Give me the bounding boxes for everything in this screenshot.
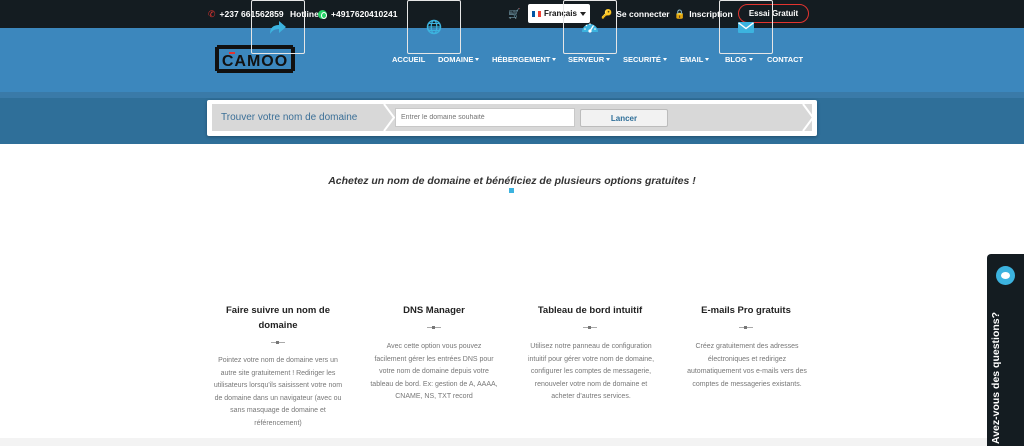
envelope-icon [738, 21, 754, 33]
nav-domaine[interactable]: DOMAINE [438, 55, 480, 64]
whatsapp-number: +4917620410241 [331, 9, 398, 19]
arrow-end-icon [802, 104, 814, 131]
dashboard-gauge-icon [582, 23, 598, 33]
nav-blog[interactable]: BLOG [725, 55, 753, 64]
nav-securite[interactable]: SECURITÉ [623, 55, 667, 64]
cart-icon: 🛒 [508, 8, 521, 20]
section-headline: Achetez un nom de domaine et bénéficiez … [328, 175, 696, 187]
launch-search-button[interactable]: Lancer [580, 109, 668, 127]
chat-label: Avez-vous des questions? [990, 311, 1002, 444]
feature-divider [427, 326, 441, 329]
share-arrow-icon [270, 21, 286, 34]
logo-text: CAMOO [222, 53, 288, 70]
nav-label: SECURITÉ [623, 55, 661, 64]
feature-title: Tableau de bord intuitif [537, 305, 643, 316]
nav-label: DOMAINE [438, 55, 474, 64]
login-label: Se connecter [616, 9, 670, 19]
feature-divider [271, 341, 285, 344]
search-bar: Trouver votre nom de domaine Lancer [212, 104, 814, 131]
chevron-down-icon [552, 58, 557, 61]
feature-title: DNS Manager [403, 305, 465, 316]
domain-search-input[interactable] [395, 108, 575, 127]
feature-description: Utilisez notre panneau de configuration … [527, 343, 655, 400]
feature-icon-box [407, 0, 461, 54]
feature-icon-box [719, 0, 773, 54]
phone-icon: ✆ [208, 8, 216, 19]
nav-contact[interactable]: CONTACT [767, 55, 803, 64]
nav-label: SERVEUR [568, 55, 605, 64]
feature-description: Créez gratuitement des adresses électron… [687, 343, 807, 388]
nav-label: EMAIL [680, 55, 704, 64]
nav-label: BLOG [725, 55, 747, 64]
chevron-down-icon [606, 58, 611, 61]
feature-title: E-mails Pro gratuits [701, 305, 791, 316]
section-bottom-edge [0, 438, 987, 446]
chevron-down-icon [748, 58, 753, 61]
whatsapp-contact[interactable]: +4917620410241 [318, 0, 397, 28]
nav-label: ACCUEIL [392, 55, 426, 64]
cart-button[interactable]: 🛒 [508, 0, 520, 28]
feature-title: Faire suivre un nom de domaine [226, 305, 330, 331]
nav-email[interactable]: EMAIL [680, 55, 710, 64]
search-label: Trouver votre nom de domaine [221, 112, 358, 123]
chat-widget-tab[interactable]: Avez-vous des questions? [987, 254, 1024, 446]
top-bar: ✆ +237 661562859 Hotline +4917620410241 … [0, 0, 1024, 28]
whatsapp-icon [318, 9, 327, 19]
feature-divider [583, 326, 597, 329]
lock-icon: 🔒 [674, 8, 686, 19]
french-flag-icon [532, 10, 541, 17]
nav-hebergement[interactable]: HÉBERGEMENT [492, 55, 557, 64]
feature-icon-box [563, 0, 617, 54]
nav-accueil[interactable]: ACCUEIL [392, 55, 425, 64]
arrow-divider-icon [383, 104, 396, 131]
domain-search-box: Trouver votre nom de domaine Lancer [207, 100, 817, 136]
feature-divider [739, 326, 753, 329]
headline-divider [509, 188, 514, 193]
globe-icon [426, 19, 442, 35]
feature-description: Avec cette option vous pouvez facilement… [370, 343, 498, 400]
feature-icon-box [251, 0, 305, 54]
main-header: CAMOO ACCUEIL DOMAINE HÉBERGEMENT SERVEU… [0, 28, 1024, 92]
nav-serveur[interactable]: SERVEUR [568, 55, 611, 64]
nav-label: CONTACT [767, 55, 804, 64]
chevron-down-icon [705, 58, 710, 61]
nav-label: HÉBERGEMENT [492, 55, 551, 64]
feature-description: Pointez votre nom de domaine vers un aut… [213, 357, 343, 427]
chevron-down-icon [662, 58, 667, 61]
chevron-down-icon [475, 58, 480, 61]
